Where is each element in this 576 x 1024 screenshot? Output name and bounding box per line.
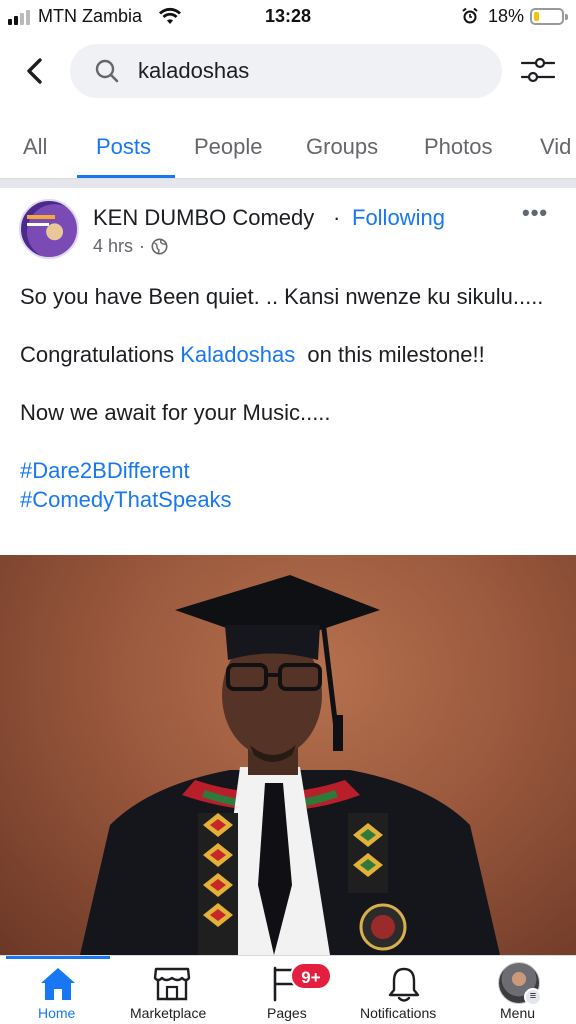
back-arrow-icon [27, 58, 42, 84]
menu-hamburger-icon: ≡ [524, 988, 542, 1006]
battery-percent: 18% [488, 6, 525, 26]
nav-marketplace-label: Marketplace [130, 1005, 207, 1021]
tab-posts[interactable]: Posts [96, 134, 151, 160]
nav-pages-label: Pages [267, 1005, 307, 1021]
filter-button[interactable] [520, 54, 556, 86]
tab-videos[interactable]: Vid [540, 134, 571, 160]
search-icon [94, 58, 120, 89]
search-header [0, 34, 576, 112]
back-button[interactable] [20, 56, 50, 86]
search-tabs: All Posts People Groups Photos Vid [0, 124, 576, 179]
mention-link[interactable]: Kaladoshas [180, 342, 295, 367]
nav-notifications[interactable]: Notifications [350, 956, 460, 1024]
post-line-2: Congratulations Kaladoshas on this miles… [20, 340, 560, 369]
tab-groups[interactable]: Groups [306, 134, 378, 160]
post-text: So you have Been quiet. .. Kansi nwenze … [20, 282, 560, 514]
post-timestamp[interactable]: 4 hrs [93, 236, 133, 257]
active-tab-indicator [77, 175, 175, 178]
post-line-2-suffix: on this milestone!! [295, 342, 485, 367]
search-input[interactable] [138, 44, 478, 98]
post-photo[interactable] [0, 555, 576, 955]
meta-separator: · [139, 236, 146, 256]
graduate-portrait-image [80, 575, 500, 955]
post-line-3: Now we await for your Music..... [20, 400, 331, 425]
battery-icon [530, 8, 568, 25]
nav-notifications-label: Notifications [360, 1005, 437, 1021]
globe-icon [151, 238, 168, 255]
hashtag-link[interactable]: #ComedyThatSpeaks [20, 487, 232, 512]
following-button[interactable]: Following [352, 205, 445, 231]
status-bar: MTN Zambia 13:28 18% [0, 0, 576, 34]
nav-menu[interactable]: ≡ Menu [478, 956, 568, 1024]
bell-icon [388, 967, 420, 1002]
author-avatar[interactable] [19, 199, 79, 259]
post-more-icon[interactable]: ••• [522, 200, 548, 226]
marketplace-icon [153, 967, 191, 1001]
nav-marketplace[interactable]: Marketplace [120, 956, 224, 1024]
nav-home-label: Home [38, 1005, 76, 1021]
section-divider [0, 179, 576, 188]
nav-menu-label: Menu [500, 1005, 536, 1021]
tab-all[interactable]: All [23, 134, 47, 160]
tab-photos[interactable]: Photos [424, 134, 493, 160]
hashtag-link[interactable]: #Dare2BDifferent [20, 458, 190, 483]
search-box[interactable] [70, 44, 502, 98]
bottom-navigation: Home Marketplace Pages Notifications ≡ M… [0, 955, 576, 1024]
post-author-name[interactable]: KEN DUMBO Comedy [93, 205, 314, 231]
home-icon [41, 968, 75, 1000]
author-separator: · [333, 205, 341, 230]
tab-people[interactable]: People [194, 134, 263, 160]
post-meta: 4 hrs · [93, 236, 168, 257]
alarm-icon [461, 7, 479, 30]
filter-icon [520, 57, 556, 83]
post-line-2-prefix: Congratulations [20, 342, 181, 367]
nav-home[interactable]: Home [6, 956, 110, 1024]
post-line-1: So you have Been quiet. .. Kansi nwenze … [20, 284, 544, 309]
pages-notification-badge: 9+ [290, 962, 332, 990]
